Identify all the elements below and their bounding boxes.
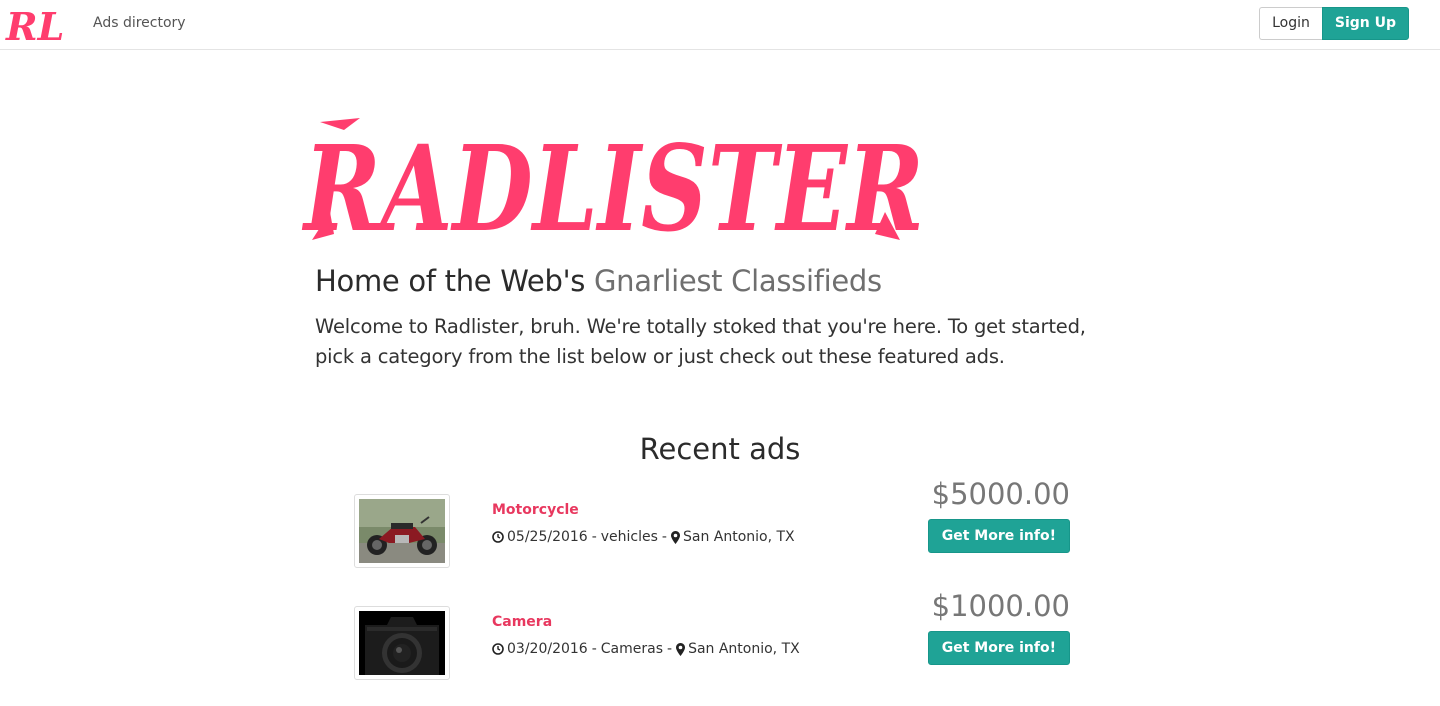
get-more-info-button[interactable]: Get More info! (927, 631, 1070, 665)
nav-link-ads-directory[interactable]: Ads directory (93, 15, 186, 31)
ad-price: $1000.00 (931, 589, 1070, 623)
ad-meta: 03/20/2016 - Cameras - San Antonio, TX (492, 641, 800, 657)
camera-image (359, 611, 445, 675)
hero-title-muted: Gnarliest Classifieds (593, 264, 882, 298)
hero-intro: Welcome to Radlister, bruh. We're totall… (315, 315, 1086, 368)
meta-separator: - (591, 529, 597, 545)
recent-ads-heading: Recent ads (639, 432, 801, 466)
get-more-info-button[interactable]: Get More info! (927, 519, 1070, 553)
hero-title-main: Home of the Web's (315, 264, 594, 298)
ad-row: Motorcycle 05/25/2016 - vehicles - San A… (0, 477, 1440, 594)
hero-title: Home of the Web's Gnarliest Classifieds (315, 264, 882, 298)
ad-location: San Antonio, TX (682, 529, 795, 545)
brand-logo-text: RL (5, 4, 64, 48)
clock-icon (492, 531, 504, 543)
ad-meta: 05/25/2016 - vehicles - San Antonio, TX (492, 529, 795, 545)
ad-category: vehicles (600, 529, 658, 545)
hero-logo-text: Radlister (302, 119, 924, 247)
navbar: RL Ads directory Login Sign Up (0, 0, 1440, 50)
ad-date: 03/20/2016 (507, 641, 588, 657)
auth-button-group: Login Sign Up (1259, 7, 1409, 40)
ad-category: Cameras (600, 641, 663, 657)
meta-separator: - (661, 529, 667, 545)
meta-separator: - (591, 641, 597, 657)
ad-price: $5000.00 (931, 477, 1070, 511)
ad-row: Camera 03/20/2016 - Cameras - San Antoni… (0, 589, 1440, 706)
map-marker-icon (676, 642, 686, 656)
hero-logo: Radlister (302, 118, 924, 247)
brand-logo[interactable]: RL (4, 0, 80, 48)
ad-thumbnail[interactable] (354, 494, 450, 568)
ad-location: San Antonio, TX (688, 641, 800, 657)
motorcycle-image (359, 499, 445, 563)
ad-date: 05/25/2016 (507, 529, 588, 545)
ad-thumbnail[interactable] (354, 606, 450, 680)
map-marker-icon (670, 530, 680, 544)
ad-title-link[interactable]: Camera (492, 614, 552, 630)
signup-button[interactable]: Sign Up (1321, 7, 1409, 40)
meta-separator: - (667, 641, 673, 657)
ad-title-link[interactable]: Motorcycle (492, 502, 579, 518)
login-button[interactable]: Login (1259, 7, 1322, 40)
clock-icon (492, 643, 504, 655)
